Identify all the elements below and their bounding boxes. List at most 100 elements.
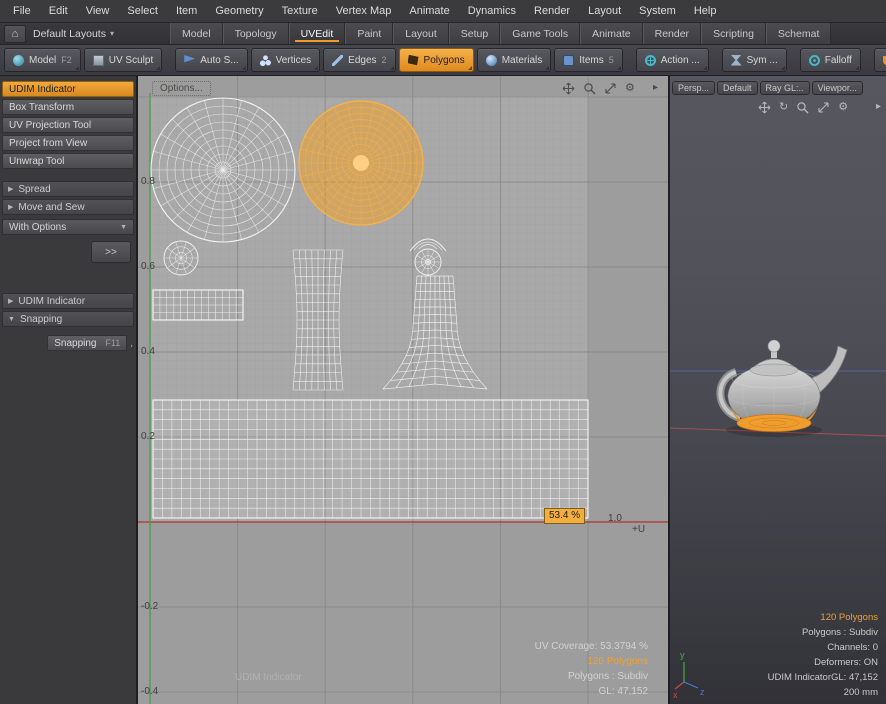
snapping-row: Snapping F11 , [2, 335, 133, 351]
toolbar-vertices-button[interactable]: Vertices [251, 48, 321, 72]
materials-icon [486, 55, 497, 66]
panel-menu-arrow-icon[interactable]: ▸ [876, 101, 881, 112]
menu-view[interactable]: View [77, 5, 119, 17]
with-options-dropdown[interactable]: With Options ▼ [2, 219, 134, 235]
gear-icon[interactable]: ⚙ [838, 102, 848, 113]
vertices-icon [260, 55, 271, 66]
section-spread-label: Spread [18, 184, 50, 195]
section-snapping[interactable]: ▼ Snapping [2, 311, 134, 327]
uv-editor[interactable]: Options... ⚙ ▸ 0.8 0.6 0.4 0.2 -0.2 -0.4… [138, 76, 668, 704]
layout-tab-uvedit[interactable]: UVEdit [289, 23, 346, 44]
orbit-icon[interactable]: ↻ [779, 102, 788, 113]
items-icon [563, 55, 574, 66]
menu-dynamics[interactable]: Dynamics [459, 5, 525, 17]
vp-grid-size: 200 mm [768, 685, 878, 700]
toolbar-falloff-button[interactable]: Falloff [800, 48, 861, 72]
layout-tab-game-tools[interactable]: Game Tools [500, 23, 580, 44]
layout-tab-paint[interactable]: Paint [345, 23, 393, 44]
viewport-3d[interactable]: Persp... Default Ray GL:.. Viewpor... ↻ … [668, 76, 886, 704]
layout-tab-schematic[interactable]: Schemat [766, 23, 831, 44]
toolbar-snapping-button[interactable]: Snapp [874, 48, 886, 72]
axis-gizmo: y x z [672, 648, 712, 700]
chevron-right-icon: ▶ [8, 203, 13, 211]
menu-file[interactable]: File [4, 5, 40, 17]
vp-gl-count: UDIM IndicatorGL: 47,152 [768, 670, 878, 685]
vp-polygon-mode: Polygons : Subdiv [768, 625, 878, 640]
menu-edit[interactable]: Edit [40, 5, 77, 17]
vp-tab-viewport[interactable]: Viewpor... [812, 81, 863, 95]
expand-panel-button[interactable]: >> [91, 241, 131, 263]
layout-switcher[interactable]: Default Layouts ▾ [33, 28, 114, 40]
layout-tab-model[interactable]: Model [170, 23, 223, 44]
toolbar-uv-sculpt-button[interactable]: UV Sculpt [84, 48, 162, 72]
tool-project-from-view[interactable]: Project from View [2, 135, 134, 151]
toolbar-model-button[interactable]: Model F2 [4, 48, 81, 72]
menu-item[interactable]: Item [167, 5, 206, 17]
vp-tab-perspective[interactable]: Persp... [672, 81, 715, 95]
gear-icon[interactable]: ⚙ [625, 83, 635, 94]
v-tick-02: 0.2 [141, 431, 155, 442]
tool-udim-indicator[interactable]: UDIM Indicator [2, 81, 134, 97]
layout-tab-topology[interactable]: Topology [223, 23, 289, 44]
polygons-icon [408, 55, 419, 66]
menu-layout[interactable]: Layout [579, 5, 630, 17]
vp-tab-default[interactable]: Default [717, 81, 758, 95]
toolbar-symmetry-button[interactable]: Sym ... [722, 48, 787, 72]
toolbar-materials-button[interactable]: Materials [477, 48, 552, 72]
edges-icon [332, 55, 343, 66]
home-icon[interactable]: ⌂ [4, 25, 26, 43]
menu-select[interactable]: Select [118, 5, 167, 17]
u-axis-label: +U [632, 524, 645, 535]
menu-vertex-map[interactable]: Vertex Map [327, 5, 401, 17]
toolbar-auto-select-button[interactable]: Auto S... [175, 48, 247, 72]
toolbar-items-button[interactable]: Items 5 [554, 48, 622, 72]
panel-menu-arrow-icon[interactable]: ▸ [653, 82, 658, 93]
section-move-and-sew[interactable]: ▶ Move and Sew [2, 199, 134, 215]
snapping-button-label: Snapping [54, 338, 96, 349]
pan-icon[interactable] [562, 82, 575, 95]
menu-animate[interactable]: Animate [400, 5, 458, 17]
layout-tab-render[interactable]: Render [643, 23, 701, 44]
menu-geometry[interactable]: Geometry [206, 5, 272, 17]
vp-tab-ray-gl[interactable]: Ray GL:.. [760, 81, 810, 95]
zoom-icon[interactable] [796, 101, 809, 114]
toolbar-items-hint: 5 [609, 55, 614, 65]
v-tick-neg04: -0.4 [141, 686, 158, 697]
layout-tab-scripting[interactable]: Scripting [701, 23, 766, 44]
section-spread[interactable]: ▶ Spread [2, 181, 134, 197]
section-udim-indicator[interactable]: ▶ UDIM Indicator [2, 293, 134, 309]
u-tick-10: 1.0 [608, 513, 622, 524]
menu-render[interactable]: Render [525, 5, 579, 17]
tool-udim-indicator-label: UDIM Indicator [9, 84, 76, 95]
coverage-tooltip: 53.4 % [544, 508, 585, 524]
toolbar-action-center-button[interactable]: Action ... [636, 48, 709, 72]
chevron-right-icon: ▶ [8, 297, 13, 305]
snapping-suffix: , [130, 338, 133, 349]
snapping-button[interactable]: Snapping F11 [47, 335, 127, 351]
zoom-icon[interactable] [583, 82, 596, 95]
tool-uv-projection-label: UV Projection Tool [9, 120, 91, 131]
uv-canvas[interactable] [138, 76, 668, 704]
toolbar-materials-label: Materials [502, 55, 543, 66]
uv-view-toolbar: ⚙ [562, 82, 635, 95]
tool-unwrap[interactable]: Unwrap Tool [2, 153, 134, 169]
toolbar-vertices-label: Vertices [276, 55, 312, 66]
menu-help[interactable]: Help [685, 5, 726, 17]
layout-tab-animate[interactable]: Animate [580, 23, 643, 44]
maximize-icon[interactable] [817, 101, 830, 114]
toolbar-polygons-button[interactable]: Polygons [399, 48, 474, 72]
layout-tab-layout[interactable]: Layout [393, 23, 449, 44]
toolbar-auto-select-label: Auto S... [200, 55, 238, 66]
uv-coverage-text: UV Coverage: 53.3794 % [535, 639, 648, 654]
toolbar-edges-button[interactable]: Edges 2 [323, 48, 395, 72]
pan-icon[interactable] [758, 101, 771, 114]
uv-status-block: UV Coverage: 53.3794 % 120 Polygons Poly… [535, 639, 648, 699]
menu-texture[interactable]: Texture [273, 5, 327, 17]
tool-uv-projection[interactable]: UV Projection Tool [2, 117, 134, 133]
layout-tab-setup[interactable]: Setup [449, 23, 500, 44]
menu-system[interactable]: System [630, 5, 685, 17]
options-button[interactable]: Options... [152, 81, 211, 96]
tool-box-transform[interactable]: Box Transform [2, 99, 134, 115]
auto-select-icon [184, 55, 195, 66]
maximize-icon[interactable] [604, 82, 617, 95]
